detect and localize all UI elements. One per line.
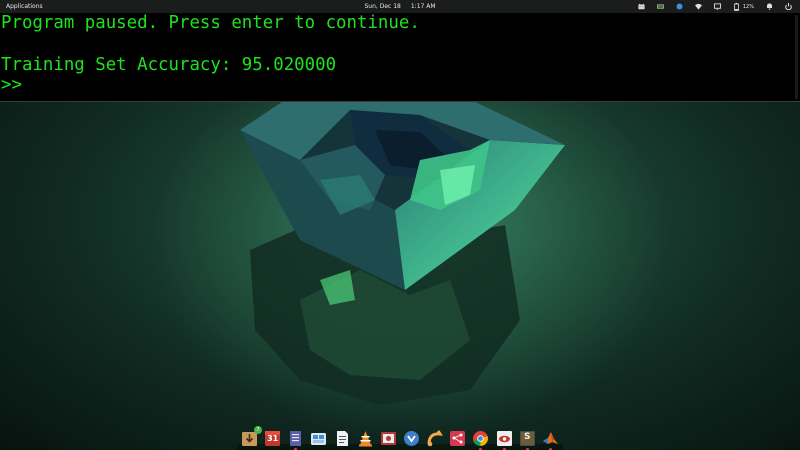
screenshot-icon [380, 432, 396, 445]
terminal-output-line: Program paused. Press enter to continue. [1, 13, 420, 33]
battery-percent: 12% [742, 3, 754, 10]
top-panel: Applications Sun, Dec 18 1:17 AM 12% [0, 0, 800, 13]
dock-item-image-viewer[interactable] [495, 429, 514, 450]
wifi-icon[interactable] [694, 3, 702, 10]
terminal-prompt[interactable]: >> [1, 75, 22, 95]
document-viewer-icon [336, 431, 348, 446]
appstore-icon [311, 433, 327, 445]
monitor-icon[interactable] [656, 3, 664, 10]
downloads-badge: 7 [254, 426, 262, 434]
date-label: Sun, Dec 18 [364, 3, 401, 10]
desktop: Applications Sun, Dec 18 1:17 AM 12% Pro… [0, 0, 800, 450]
network-app-icon [450, 431, 466, 446]
bittorrent-icon [403, 431, 419, 446]
dock-item-downloads[interactable]: 7 [240, 426, 262, 448]
matlab-icon [542, 432, 558, 444]
dock-item-matlab[interactable] [541, 429, 560, 450]
dock-item-screenshot[interactable] [379, 429, 398, 448]
dock: 7 31 S [237, 426, 563, 450]
notification-bell-icon[interactable] [766, 3, 773, 10]
terminal-scrollbar[interactable] [795, 15, 798, 99]
time-label: 1:17 AM [410, 3, 436, 10]
sublime-text-letter: S [523, 432, 531, 442]
dock-item-vlc[interactable] [356, 429, 375, 448]
system-tray: 12% [638, 0, 792, 13]
clock[interactable]: Sun, Dec 18 1:17 AM [364, 3, 435, 10]
chrome-icon [473, 431, 489, 446]
dock-item-calendar[interactable]: 31 [263, 429, 282, 448]
dock-item-appstore[interactable] [309, 429, 328, 448]
terminal-window[interactable]: Program paused. Press enter to continue.… [0, 13, 800, 102]
dock-item-text-editor[interactable] [286, 429, 305, 450]
dock-item-chrome[interactable] [471, 429, 490, 450]
dock-item-network-app[interactable] [448, 429, 467, 448]
vlc-icon [358, 431, 372, 447]
dock-item-bittorrent[interactable] [402, 429, 421, 448]
dock-item-share[interactable] [425, 429, 444, 448]
dock-item-document-viewer[interactable] [333, 429, 352, 448]
calendar-day: 31 [267, 434, 279, 443]
display-icon[interactable] [713, 3, 721, 10]
power-icon[interactable] [785, 3, 792, 10]
dock-item-sublime-text[interactable]: S [518, 429, 537, 450]
eye-of-gnome-icon [496, 431, 512, 446]
battery-indicator[interactable]: 12% [733, 2, 754, 11]
battery-icon [733, 2, 740, 11]
applications-menu[interactable]: Applications [6, 3, 43, 10]
share-icon [427, 430, 444, 447]
text-editor-icon [290, 431, 302, 446]
cat-icon[interactable] [638, 3, 645, 10]
network-blue-icon[interactable] [676, 3, 683, 10]
terminal-output-line: Training Set Accuracy: 95.020000 [1, 55, 337, 75]
